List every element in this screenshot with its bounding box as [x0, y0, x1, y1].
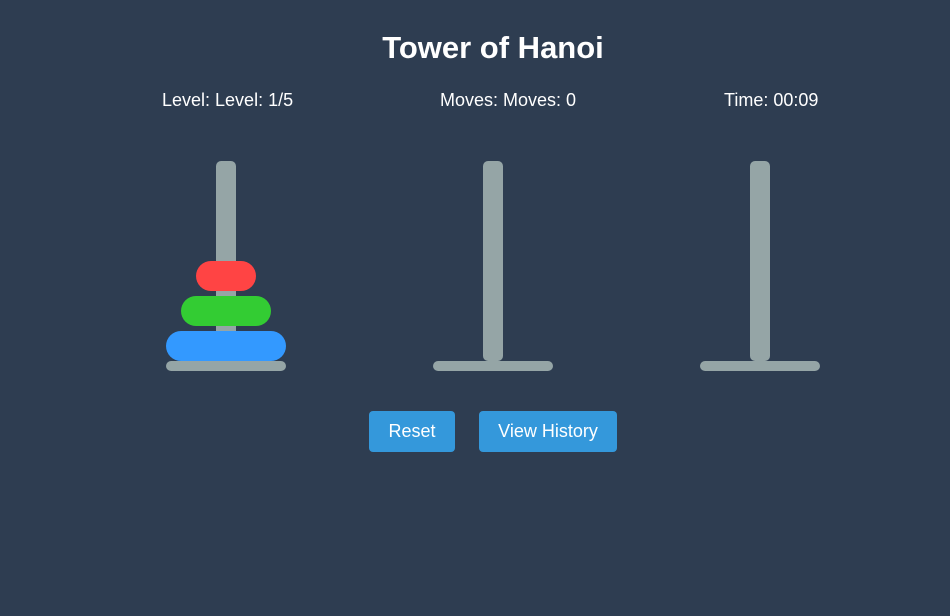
disk-large [166, 331, 286, 361]
tower-base [433, 361, 553, 371]
level-display: Level: Level: 1/5 [162, 90, 294, 110]
tower-base [166, 361, 286, 371]
game-controls: Reset View History [0, 411, 950, 452]
tower-base [700, 361, 820, 371]
disk-small[interactable] [196, 261, 256, 291]
moves-counter: Moves: Moves: 0 [440, 90, 577, 110]
tower-2[interactable] [432, 160, 554, 372]
view-history-button[interactable]: View History [479, 411, 617, 452]
reset-button[interactable]: Reset [369, 411, 455, 452]
tower-3[interactable] [699, 160, 821, 372]
peg [483, 161, 503, 361]
peg [750, 161, 770, 361]
tower-1[interactable] [165, 160, 287, 372]
timer-display: Time: 00:09 [724, 90, 819, 110]
disk-medium [181, 296, 271, 326]
game-title: Tower of Hanoi [382, 30, 604, 65]
